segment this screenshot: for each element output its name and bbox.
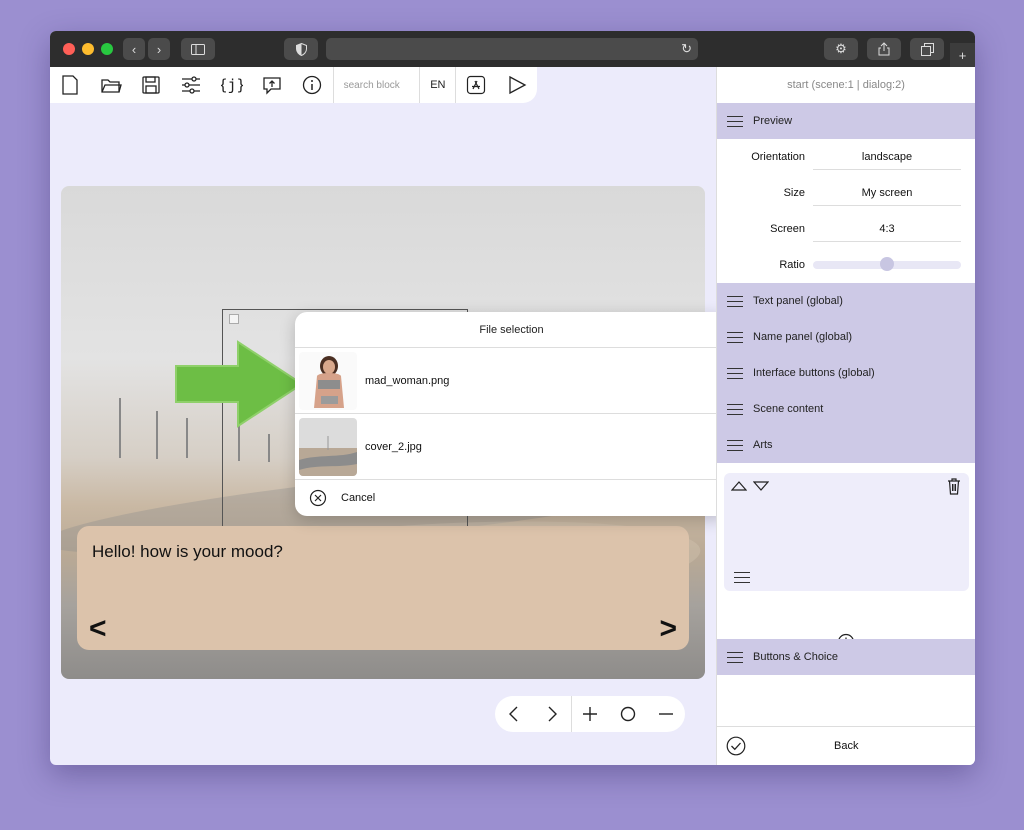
ratio-slider-handle[interactable] bbox=[880, 257, 894, 271]
json-braces-icon[interactable]: {j} bbox=[212, 67, 252, 103]
section-name-panel[interactable]: Name panel (global) bbox=[717, 319, 975, 355]
menu-icon bbox=[727, 292, 743, 311]
image-placeholder-icon bbox=[229, 314, 239, 324]
shield-icon[interactable] bbox=[284, 38, 318, 60]
minimize-window-button[interactable] bbox=[82, 43, 94, 55]
file-thumbnail bbox=[299, 417, 357, 476]
menu-icon bbox=[727, 436, 743, 455]
search-block-input[interactable]: search block bbox=[332, 67, 421, 103]
back-bar[interactable]: Back bbox=[717, 726, 975, 765]
editor-toolbar: {j} search block EN bbox=[50, 67, 537, 103]
zoom-out-icon[interactable] bbox=[647, 696, 685, 732]
share-icon[interactable] bbox=[867, 38, 901, 60]
green-arrow-icon bbox=[175, 340, 304, 428]
properties-panel: start (scene:1 | dialog:2) Preview Orien… bbox=[716, 67, 975, 765]
screen-row: Screen 4:3 bbox=[717, 211, 975, 247]
section-label: Scene content bbox=[753, 403, 824, 415]
drag-handle-icon[interactable] bbox=[734, 568, 750, 587]
section-interface-buttons[interactable]: Interface buttons (global) bbox=[717, 355, 975, 391]
app-store-icon[interactable] bbox=[456, 67, 496, 103]
screen-label: Screen bbox=[770, 223, 805, 235]
file-thumbnail bbox=[299, 351, 357, 410]
cancel-icon bbox=[309, 489, 327, 507]
file-selection-dialog: File selection mad_woman.png cover_2.jpg bbox=[295, 312, 728, 516]
check-circle-icon[interactable] bbox=[726, 736, 746, 756]
reload-icon[interactable]: ↻ bbox=[681, 41, 692, 57]
section-text-panel[interactable]: Text panel (global) bbox=[717, 283, 975, 319]
sidebar-toggle-icon[interactable] bbox=[181, 38, 215, 60]
trash-icon[interactable] bbox=[947, 478, 961, 495]
arts-item-card bbox=[724, 473, 969, 591]
section-label: Preview bbox=[753, 115, 793, 127]
zoom-in-icon[interactable] bbox=[572, 696, 610, 732]
section-arts[interactable]: Arts bbox=[717, 427, 975, 463]
prev-dialog-button[interactable]: < bbox=[89, 612, 107, 646]
scene-breadcrumb: start (scene:1 | dialog:2) bbox=[787, 79, 905, 91]
section-label: Text panel (global) bbox=[753, 295, 843, 307]
tabs-overview-icon[interactable] bbox=[910, 38, 944, 60]
section-preview[interactable]: Preview bbox=[717, 103, 975, 139]
size-select[interactable]: My screen bbox=[813, 180, 961, 206]
file-name: mad_woman.png bbox=[365, 374, 450, 387]
prev-icon[interactable] bbox=[495, 696, 533, 732]
wind-turbine bbox=[156, 411, 158, 459]
next-dialog-button[interactable]: > bbox=[659, 612, 677, 646]
language-selector[interactable]: EN bbox=[420, 67, 457, 103]
dialog-text: Hello! how is your mood? bbox=[92, 542, 283, 561]
zoom-navigation-bar bbox=[495, 696, 685, 732]
cancel-label: Cancel bbox=[341, 492, 376, 504]
menu-icon bbox=[727, 364, 743, 383]
size-row: Size My screen bbox=[717, 175, 975, 211]
dialog-title: File selection bbox=[295, 312, 728, 348]
address-bar[interactable]: ↻ bbox=[326, 38, 698, 60]
file-name: cover_2.jpg bbox=[365, 440, 422, 453]
browser-window: ‹ › ↻ ⚙ + {j} bbox=[50, 31, 975, 765]
back-button[interactable]: Back bbox=[834, 740, 858, 752]
save-icon[interactable] bbox=[131, 67, 171, 103]
wind-turbine bbox=[119, 398, 121, 458]
svg-text:{j}: {j} bbox=[221, 76, 243, 94]
file-list-item[interactable]: cover_2.jpg bbox=[295, 414, 728, 480]
menu-icon bbox=[727, 400, 743, 419]
orientation-label: Orientation bbox=[751, 151, 805, 163]
title-bar: ‹ › ↻ ⚙ + bbox=[50, 31, 975, 67]
cancel-button[interactable]: Cancel bbox=[295, 480, 728, 516]
ratio-row: Ratio bbox=[717, 247, 975, 283]
ratio-slider[interactable] bbox=[813, 257, 961, 271]
forward-nav-icon[interactable]: › bbox=[148, 38, 170, 60]
orientation-row: Orientation landscape bbox=[717, 139, 975, 175]
zoom-reset-icon[interactable] bbox=[609, 696, 647, 732]
menu-icon bbox=[727, 328, 743, 347]
next-icon[interactable] bbox=[533, 696, 571, 732]
move-up-icon[interactable] bbox=[731, 481, 747, 491]
ratio-label: Ratio bbox=[779, 259, 805, 271]
settings-gear-icon[interactable]: ⚙ bbox=[824, 38, 858, 60]
screen-select[interactable]: 4:3 bbox=[813, 216, 961, 242]
menu-icon bbox=[727, 112, 743, 131]
section-label: Name panel (global) bbox=[753, 331, 853, 343]
section-label: Buttons & Choice bbox=[753, 651, 838, 663]
play-icon[interactable] bbox=[497, 67, 537, 103]
close-window-button[interactable] bbox=[63, 43, 75, 55]
upload-message-icon[interactable] bbox=[252, 67, 292, 103]
dialog-text-panel[interactable]: Hello! how is your mood? < > bbox=[77, 526, 689, 650]
new-tab-icon[interactable]: + bbox=[950, 43, 975, 67]
settings-sliders-icon[interactable] bbox=[171, 67, 211, 103]
back-nav-icon[interactable]: ‹ bbox=[123, 38, 145, 60]
maximize-window-button[interactable] bbox=[101, 43, 113, 55]
move-down-icon[interactable] bbox=[753, 481, 769, 491]
open-folder-icon[interactable] bbox=[90, 67, 130, 103]
new-file-icon[interactable] bbox=[50, 67, 90, 103]
section-label: Arts bbox=[753, 439, 773, 451]
orientation-select[interactable]: landscape bbox=[813, 144, 961, 170]
section-scene-content[interactable]: Scene content bbox=[717, 391, 975, 427]
file-list-item[interactable]: mad_woman.png bbox=[295, 348, 728, 414]
size-label: Size bbox=[783, 187, 805, 199]
section-buttons-choice[interactable]: Buttons & Choice bbox=[717, 639, 975, 675]
section-label: Interface buttons (global) bbox=[753, 367, 875, 379]
menu-icon bbox=[727, 648, 743, 667]
info-icon[interactable] bbox=[292, 67, 332, 103]
